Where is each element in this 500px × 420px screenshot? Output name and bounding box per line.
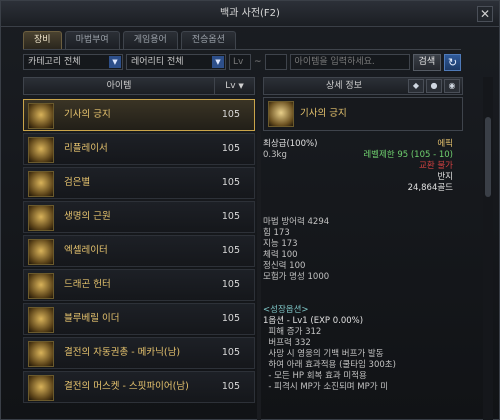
eye-icon[interactable]: ◉ <box>444 79 460 93</box>
tab-enchant[interactable]: 마법부여 <box>64 31 120 49</box>
list-item[interactable]: 기사의 긍지 105 <box>23 99 255 131</box>
item-level: 105 <box>221 279 240 290</box>
growth-title: <성장옵션> <box>263 305 309 315</box>
tab-legacy-options[interactable]: 전승옵션 <box>180 31 236 49</box>
item-name: 기사의 긍지 <box>64 109 111 120</box>
compare-icon[interactable]: ◆ <box>408 79 424 93</box>
detail-scrollbar[interactable] <box>483 77 493 420</box>
item-level: 105 <box>221 313 240 324</box>
list-item[interactable]: 결전의 머스켓 - 스핏파이어(남) 105 <box>23 371 255 403</box>
category-select[interactable]: 카테고리 전체 ▼ <box>23 54 123 70</box>
item-price: 24,864골드 <box>407 183 453 193</box>
level-min-input[interactable]: Lv <box>229 54 251 70</box>
tab-bar: 장비 마법부여 게임용어 전승옵션 <box>23 31 236 49</box>
chevron-down-icon: ▼ <box>109 56 121 68</box>
item-level: 105 <box>221 211 240 222</box>
window-titlebar[interactable]: 백과 사전(F2) ✕ <box>1 1 499 27</box>
growth-line: - 모든 HP 회복 효과 미적용 <box>263 371 367 381</box>
item-level-limit: 레벨제한 95 (105 - 10) <box>363 150 453 160</box>
list-item[interactable]: 블루베릴 이더 105 <box>23 303 255 335</box>
column-lv-label: Lv <box>225 81 236 91</box>
detail-item-name: 기사의 긍지 <box>300 108 347 119</box>
item-name: 결전의 자동권총 - 메카닉(남) <box>64 347 181 358</box>
ring-icon <box>28 171 54 197</box>
pistol-icon <box>28 341 54 367</box>
tab-divider <box>23 49 461 50</box>
detail-body: 최상급(100%) 에픽 0.3kg 레벨제한 95 (105 - 10) 교환… <box>263 135 463 420</box>
sort-arrow-icon: ▼ <box>238 82 244 90</box>
chevron-down-icon: ▼ <box>212 56 224 68</box>
growth-line: - 피격시 MP가 소진되며 MP가 미 <box>263 382 389 392</box>
search-input[interactable]: 아이템을 입력하세요. <box>289 54 410 70</box>
window-title: 백과 사전(F2) <box>220 8 280 19</box>
list-item[interactable]: 검은별 105 <box>23 167 255 199</box>
item-name: 검은별 <box>64 177 91 188</box>
item-level: 105 <box>221 381 240 392</box>
detail-item-summary: 기사의 긍지 <box>263 97 463 131</box>
item-trade: 교환 불가 <box>419 161 453 171</box>
ring-icon <box>28 307 54 333</box>
ring-icon <box>28 239 54 265</box>
item-name: 블루베릴 이더 <box>64 313 120 324</box>
filter-bar: 카테고리 전체 ▼ 레어리티 전체 ▼ Lv ~ 아이템을 입력하세요. 검색 … <box>23 53 463 71</box>
stat-line: 힘 173 <box>263 228 290 238</box>
stat-line: 체력 100 <box>263 250 298 260</box>
rarity-select-value: 레어리티 전체 <box>131 57 184 67</box>
detail-title: 상세 정보 <box>326 81 362 91</box>
item-name: 드래곤 헌터 <box>64 279 111 290</box>
item-type: 반지 <box>437 172 453 182</box>
item-name: 결전의 머스켓 - 스핏파이어(남) <box>64 381 189 392</box>
list-scrollbar[interactable] <box>257 77 261 420</box>
musket-icon <box>28 375 54 401</box>
ring-icon <box>28 103 54 129</box>
item-list-panel: 아이템 Lv ▼ 기사의 긍지 105 리플레이서 105 검은별 105 생명… <box>23 77 255 420</box>
stat-line: 지능 173 <box>263 239 298 249</box>
tab-game-terms[interactable]: 게임용어 <box>122 31 178 49</box>
growth-line: 피해 증가 312 <box>263 327 322 337</box>
list-item[interactable]: 결전의 자동권총 - 메카닉(남) 105 <box>23 337 255 369</box>
growth-line: 1옵션 - Lv1 (EXP 0.00%) <box>263 316 364 326</box>
column-item: 아이템 <box>106 81 132 91</box>
scrollbar-thumb[interactable] <box>485 117 491 197</box>
list-item[interactable]: 드래곤 헌터 105 <box>23 269 255 301</box>
item-name: 엑셀레이터 <box>64 245 108 256</box>
encyclopedia-window: 백과 사전(F2) ✕ 장비 마법부여 게임용어 전승옵션 카테고리 전체 ▼ … <box>0 0 500 420</box>
level-range-separator: ~ <box>254 57 262 67</box>
item-level: 105 <box>221 245 240 256</box>
item-level: 105 <box>221 143 240 154</box>
item-rarity: 에픽 <box>437 139 453 149</box>
list-item[interactable]: 리플레이서 105 <box>23 133 255 165</box>
stat-line: 정신력 100 <box>263 261 306 271</box>
stat-line: 모험가 명성 1000 <box>263 272 330 282</box>
column-lv-sort[interactable]: Lv ▼ <box>214 78 254 94</box>
detail-header: 상세 정보 ◆ ● ◉ <box>263 77 463 95</box>
category-select-value: 카테고리 전체 <box>28 57 81 67</box>
growth-line: 버프력 332 <box>263 338 311 348</box>
search-button[interactable]: 검색 <box>412 53 442 71</box>
close-button[interactable]: ✕ <box>477 6 493 22</box>
level-max-input[interactable] <box>264 54 287 70</box>
rarity-select[interactable]: 레어리티 전체 ▼ <box>126 54 226 70</box>
ring-icon <box>28 137 54 163</box>
item-name: 리플레이서 <box>64 143 108 154</box>
item-level: 105 <box>221 177 240 188</box>
item-level: 105 <box>221 347 240 358</box>
ring-icon <box>28 205 54 231</box>
stat-line: 마법 방어력 4294 <box>263 217 330 227</box>
list-item[interactable]: 생명의 근원 105 <box>23 201 255 233</box>
item-name: 생명의 근원 <box>64 211 111 222</box>
item-level: 105 <box>221 109 240 120</box>
detail-panel: 상세 정보 ◆ ● ◉ 기사의 긍지 최상급(100%) 에픽 0.3kg 레벨… <box>263 77 463 420</box>
ring-icon <box>268 101 294 127</box>
growth-line: 하여 아래 효과적용 (쿨타임 300초) <box>263 360 396 370</box>
list-item[interactable]: 엑셀레이터 105 <box>23 235 255 267</box>
item-list-header: 아이템 Lv ▼ <box>23 77 255 95</box>
pin-icon[interactable]: ● <box>426 79 442 93</box>
refresh-icon[interactable]: ↻ <box>444 53 462 71</box>
growth-line: 사망 시 영웅의 기백 버프가 발동 <box>263 349 384 359</box>
tab-equipment[interactable]: 장비 <box>23 31 62 49</box>
ring-icon <box>28 273 54 299</box>
